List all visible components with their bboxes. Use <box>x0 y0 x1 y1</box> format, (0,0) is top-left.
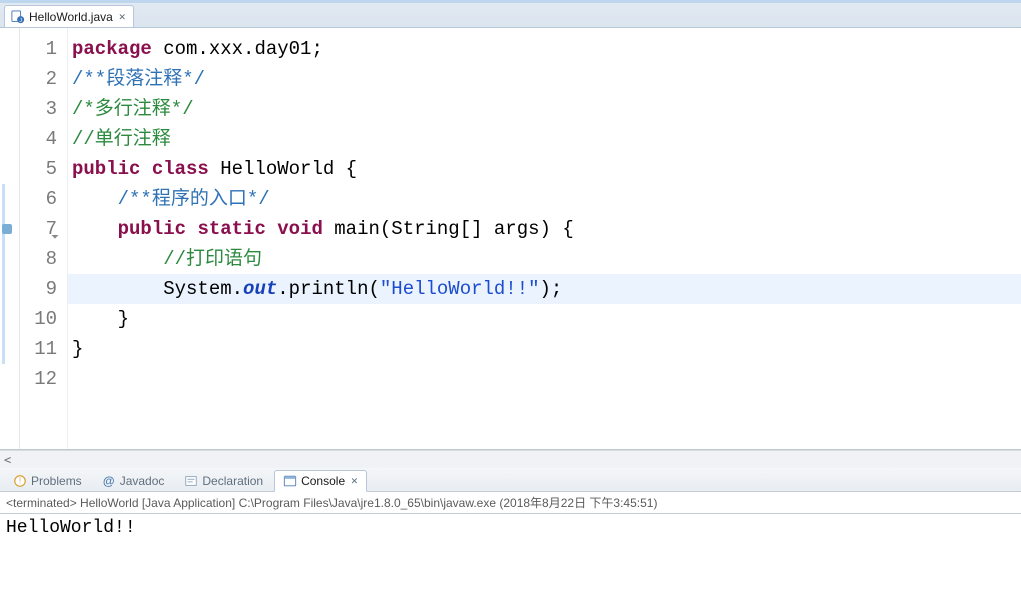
tab-label: Problems <box>31 474 82 488</box>
scroll-left-glyph: < <box>4 453 11 467</box>
line-number: 5 <box>20 154 57 184</box>
close-icon[interactable]: ✕ <box>351 474 358 487</box>
editor-tab-label: HelloWorld.java <box>29 10 113 24</box>
line-number: 4 <box>20 124 57 154</box>
code-line[interactable] <box>68 364 1021 394</box>
svg-text:J: J <box>19 17 22 23</box>
code-line[interactable]: System.out.println("HelloWorld!!"); <box>68 274 1021 304</box>
tab-label: Javadoc <box>120 474 165 488</box>
line-number: 2 <box>20 64 57 94</box>
code-line[interactable]: /**程序的入口*/ <box>68 184 1021 214</box>
declaration-icon <box>184 474 198 488</box>
code-line[interactable]: public static void main(String[] args) { <box>68 214 1021 244</box>
editor-horizontal-scrollbar[interactable]: < <box>0 450 1021 468</box>
editor-left-margin <box>0 28 20 449</box>
tab-label: Declaration <box>202 474 263 488</box>
editor-line-gutter: 1234567⏷89101112 <box>20 28 68 449</box>
views-tab-bar: ! Problems @ Javadoc Declaration Console ✕ <box>0 468 1021 492</box>
console-icon <box>283 474 297 488</box>
console-status-line: <terminated> HelloWorld [Java Applicatio… <box>0 492 1021 514</box>
tab-declaration[interactable]: Declaration <box>175 470 272 492</box>
console-view: <terminated> HelloWorld [Java Applicatio… <box>0 492 1021 592</box>
code-line[interactable]: } <box>68 334 1021 364</box>
line-number: 3 <box>20 94 57 124</box>
code-line[interactable]: } <box>68 304 1021 334</box>
line-number: 10 <box>20 304 57 334</box>
line-number: 7⏷ <box>20 214 57 244</box>
tab-label: Console <box>301 474 345 488</box>
tab-javadoc[interactable]: @ Javadoc <box>93 470 174 492</box>
code-editor[interactable]: 1234567⏷89101112 package com.xxx.day01;/… <box>0 28 1021 450</box>
code-line[interactable]: //单行注释 <box>68 124 1021 154</box>
code-line[interactable]: //打印语句 <box>68 244 1021 274</box>
editor-code-area[interactable]: package com.xxx.day01;/**段落注释*//*多行注释*//… <box>68 28 1021 449</box>
code-line[interactable]: /**段落注释*/ <box>68 64 1021 94</box>
code-line[interactable]: package com.xxx.day01; <box>68 34 1021 64</box>
close-icon[interactable]: ✕ <box>119 10 126 23</box>
override-marker-icon <box>2 224 12 234</box>
fold-range-indicator[interactable] <box>2 184 5 364</box>
line-number: 9 <box>20 274 57 304</box>
problems-icon: ! <box>13 474 27 488</box>
editor-tab-bar: J HelloWorld.java ✕ <box>0 3 1021 28</box>
console-output[interactable]: HelloWorld!! <box>0 514 1021 592</box>
line-number: 11 <box>20 334 57 364</box>
line-number: 6 <box>20 184 57 214</box>
editor-tab-helloworld[interactable]: J HelloWorld.java ✕ <box>4 5 134 27</box>
line-number: 1 <box>20 34 57 64</box>
svg-text:!: ! <box>19 476 21 485</box>
code-line[interactable]: public class HelloWorld { <box>68 154 1021 184</box>
tab-console[interactable]: Console ✕ <box>274 470 367 492</box>
code-line[interactable]: /*多行注释*/ <box>68 94 1021 124</box>
java-file-icon: J <box>11 10 25 24</box>
line-number: 8 <box>20 244 57 274</box>
javadoc-icon: @ <box>102 474 116 488</box>
tab-problems[interactable]: ! Problems <box>4 470 91 492</box>
line-number: 12 <box>20 364 57 394</box>
